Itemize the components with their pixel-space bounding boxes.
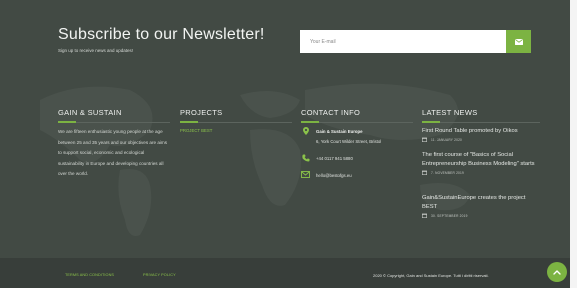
calendar-icon xyxy=(422,137,427,143)
news-item-date: 11. JANUARY 2020 xyxy=(422,137,540,143)
news-item-title[interactable]: The first course of "Basics of Social En… xyxy=(422,151,540,169)
contact-accent-bar xyxy=(301,121,319,123)
privacy-link[interactable]: PRIVACY POLICY xyxy=(143,273,176,277)
envelope-icon xyxy=(301,171,310,178)
copyright-text: 2020 © Copyright, Gain and Sustain Europ… xyxy=(373,273,489,278)
news-item-date: 30. SEPTEMBER 2019 xyxy=(422,213,540,219)
scroll-to-top-button[interactable] xyxy=(547,262,567,282)
phone-icon xyxy=(301,154,309,162)
contact-address-text: 6, York Court Wilder Street, Bristol xyxy=(316,138,382,144)
map-pin-icon xyxy=(302,127,309,135)
newsletter-title: Subscribe to our Newsletter! xyxy=(58,26,265,43)
news-item-date: 7. NOVEMBER 2019 xyxy=(422,170,540,176)
contact-email: hello@bestofgs.eu xyxy=(301,171,352,181)
contact-phone: +44 0117 941 5880 xyxy=(301,154,353,164)
contact-heading: CONTACT INFO xyxy=(301,108,361,117)
about-text: We are fifteen enthusiastic young people… xyxy=(58,129,168,177)
news-item-date-text: 30. SEPTEMBER 2019 xyxy=(431,213,468,218)
news-item-date-text: 11. JANUARY 2020 xyxy=(431,137,463,142)
news-item[interactable]: First Round Table promoted by Oikos 11. … xyxy=(422,127,540,143)
news-item[interactable]: Gain&SustainEurope creates the project B… xyxy=(422,194,540,219)
contact-phone-text[interactable]: +44 0117 941 5880 xyxy=(316,154,353,164)
news-accent-bar xyxy=(422,121,440,123)
projects-heading: PROJECTS xyxy=(180,108,223,117)
projects-accent-bar xyxy=(180,121,198,123)
page-scrollbar-strip xyxy=(570,0,577,288)
news-item-title[interactable]: First Round Table promoted by Oikos xyxy=(422,127,540,136)
site-footer: Subscribe to our Newsletter! Sign up to … xyxy=(0,0,570,288)
chevron-up-icon xyxy=(553,270,561,275)
about-accent-bar xyxy=(58,121,76,123)
contact-address: Gain & Sustain Europe 6, York Court Wild… xyxy=(301,127,381,146)
contact-org-name: Gain & Sustain Europe xyxy=(316,129,363,134)
contact-email-text[interactable]: hello@bestofgs.eu xyxy=(316,171,352,181)
envelope-icon xyxy=(514,38,523,45)
news-item-title[interactable]: Gain&SustainEurope creates the project B… xyxy=(422,194,540,212)
subscribe-button[interactable] xyxy=(506,30,531,53)
terms-link[interactable]: TERMS AND CONDITIONS xyxy=(65,273,114,277)
project-best-link[interactable]: PROJECT BEST xyxy=(180,128,212,133)
calendar-icon xyxy=(422,214,427,219)
calendar-icon xyxy=(422,171,427,176)
newsletter-subtitle: Sign up to receive news and updates! xyxy=(58,48,134,53)
email-input[interactable] xyxy=(300,30,506,53)
about-heading: GAIN & SUSTAIN xyxy=(58,108,122,117)
news-item-date-text: 7. NOVEMBER 2019 xyxy=(431,170,464,175)
news-item[interactable]: The first course of "Basics of Social En… xyxy=(422,151,540,176)
news-heading: LATEST NEWS xyxy=(422,108,478,117)
